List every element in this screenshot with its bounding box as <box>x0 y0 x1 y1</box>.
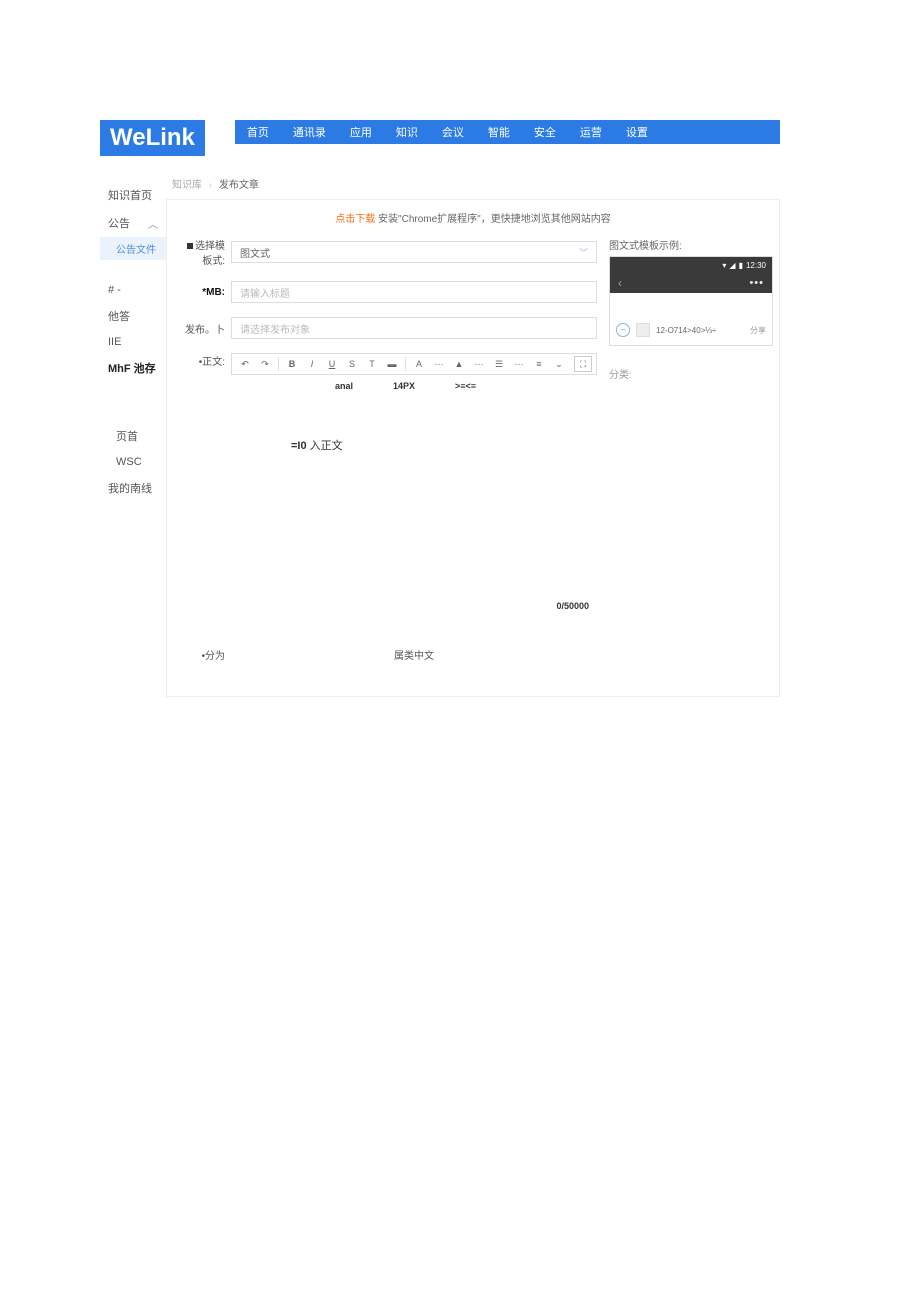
nav-home[interactable]: 首页 <box>247 124 269 140</box>
breadcrumb-root[interactable]: 知识库 <box>172 180 202 191</box>
template-type-label: 选择模板式: <box>179 237 231 267</box>
nav-security[interactable]: 安全 <box>534 124 556 140</box>
phone-status-bar: ▾ ◢ ▮ 12:30 <box>610 257 772 273</box>
editor-placeholder: 入正文 <box>307 440 343 452</box>
align-icon[interactable]: ⋯ <box>470 356 488 372</box>
nav-contacts[interactable]: 通讯录 <box>293 124 326 140</box>
char-counter: 0/50000 <box>231 597 597 611</box>
chevron-up-icon: ︿ <box>148 216 158 231</box>
fill-icon[interactable]: ▬ <box>383 356 401 372</box>
editor-body[interactable]: =I0 入正文 <box>231 397 597 597</box>
title-input[interactable]: 请输入标题 <box>231 281 597 303</box>
wifi-icon: ▾ <box>722 261 726 270</box>
publish-input[interactable]: 请选择发布对象 <box>231 317 597 339</box>
share-label: 分享 <box>750 325 766 336</box>
bold-icon[interactable]: B <box>283 356 301 372</box>
list-ol-icon[interactable]: ⋯ <box>510 356 528 372</box>
example-title: 图文式模板示例: <box>609 237 773 252</box>
body-label: •正文: <box>179 353 231 368</box>
nav-meeting[interactable]: 会议 <box>442 124 464 140</box>
nav-ai[interactable]: 智能 <box>488 124 510 140</box>
editor-prefix: =I0 <box>291 440 307 452</box>
sidebar-my-south[interactable]: 我的南线 <box>100 474 166 502</box>
download-link[interactable]: 点击下载 <box>335 214 375 225</box>
remove-icon[interactable]: − <box>616 323 630 337</box>
category-value: 属类中文 <box>231 647 597 662</box>
battery-icon: ▮ <box>739 261 743 270</box>
fullscreen-icon[interactable]: ⛶ <box>574 356 592 372</box>
editor-toolbar: ↶ ↷ B I U S T ▬ A <box>231 353 597 375</box>
title-label: *MB: <box>179 287 231 298</box>
list-ul-icon[interactable]: ☰ <box>490 356 508 372</box>
nav-apps[interactable]: 应用 <box>350 124 372 140</box>
breadcrumb: 知识库 › 发布文章 <box>166 176 780 199</box>
template-type-value: 图文式 <box>240 245 270 260</box>
tb2-anal[interactable]: anal <box>335 381 353 391</box>
italic-icon[interactable]: I <box>303 356 321 372</box>
publish-label: 发布。卜 <box>179 321 231 336</box>
undo-icon[interactable]: ↶ <box>236 356 254 372</box>
top-nav: 首页 通讯录 应用 知识 会议 智能 安全 运营 设置 <box>235 120 780 144</box>
sidebar-wsc[interactable]: WSC <box>100 450 166 474</box>
chevron-down-icon: ﹀ <box>579 246 588 259</box>
phone-nav-bar: ‹ ••• <box>610 273 772 293</box>
title-placeholder: 请输入标题 <box>240 285 290 300</box>
sidebar-item-answer[interactable]: 他答 <box>100 302 166 330</box>
breadcrumb-current: 发布文章 <box>219 180 259 191</box>
indent-icon[interactable]: ≡ <box>530 356 548 372</box>
bgcolor-icon[interactable]: ▲ <box>450 356 468 372</box>
sidebar-page-head[interactable]: 页首 <box>100 422 166 450</box>
tb2-fontsize[interactable]: 14PX <box>393 381 415 391</box>
download-banner: 点击下载 安装"Chrome扩展程序"，更快捷地浏览其他网站内容 <box>167 206 779 229</box>
status-time: 12:30 <box>746 261 766 270</box>
sidebar-mhf[interactable]: MhF 池存 <box>100 354 166 382</box>
phone-preview: ▾ ◢ ▮ 12:30 ‹ ••• − <box>609 256 773 346</box>
sidebar-bulletin-label: 公告 <box>108 215 130 231</box>
font-icon[interactable]: A <box>410 356 428 372</box>
signal-icon: ◢ <box>729 261 735 270</box>
nav-knowledge[interactable]: 知识 <box>396 124 418 140</box>
form-panel: 点击下载 安装"Chrome扩展程序"，更快捷地浏览其他网站内容 选择模板式: … <box>166 199 780 697</box>
sidebar-bulletin-file[interactable]: 公告文件 <box>100 237 166 260</box>
phone-content-row: − 12-O714>40>⅓÷ 分享 <box>610 293 772 345</box>
sidebar-bulletin[interactable]: 公告 ︿ <box>100 209 166 237</box>
nav-settings[interactable]: 设置 <box>626 124 648 140</box>
example-category-label: 分类: <box>609 366 773 381</box>
nav-ops[interactable]: 运营 <box>580 124 602 140</box>
thumbnail-icon <box>636 323 650 337</box>
category-label: •分为 <box>179 647 231 662</box>
back-icon: ‹ <box>618 276 622 290</box>
redo-icon[interactable]: ↷ <box>256 356 274 372</box>
template-type-select[interactable]: 图文式 ﹀ <box>231 241 597 263</box>
sidebar-knowledge-home[interactable]: 知识首页 <box>100 181 166 209</box>
underline-icon[interactable]: U <box>323 356 341 372</box>
sidebar: 知识首页 公告 ︿ 公告文件 # - 他答 IIE MhF 池存 页首 WSC … <box>100 176 166 697</box>
more-icon[interactable]: ⌄ <box>550 356 568 372</box>
thumbnail-text: 12-O714>40>⅓÷ <box>656 326 744 335</box>
tb2-align[interactable]: >≡<≡ <box>455 381 476 391</box>
breadcrumb-sep: › <box>209 180 212 191</box>
sidebar-item-hash[interactable]: # - <box>100 278 166 302</box>
sidebar-item-iie[interactable]: IIE <box>100 330 166 354</box>
more-dots-icon: ••• <box>749 277 764 289</box>
logo: WeLink <box>100 120 205 156</box>
strike-icon[interactable]: S <box>343 356 361 372</box>
size-icon[interactable]: ⋯ <box>430 356 448 372</box>
banner-text: 安装"Chrome扩展程序"，更快捷地浏览其他网站内容 <box>378 214 611 225</box>
publish-placeholder: 请选择发布对象 <box>240 321 310 336</box>
editor-toolbar-2: anal 14PX >≡<≡ <box>231 375 597 397</box>
color-icon[interactable]: T <box>363 356 381 372</box>
